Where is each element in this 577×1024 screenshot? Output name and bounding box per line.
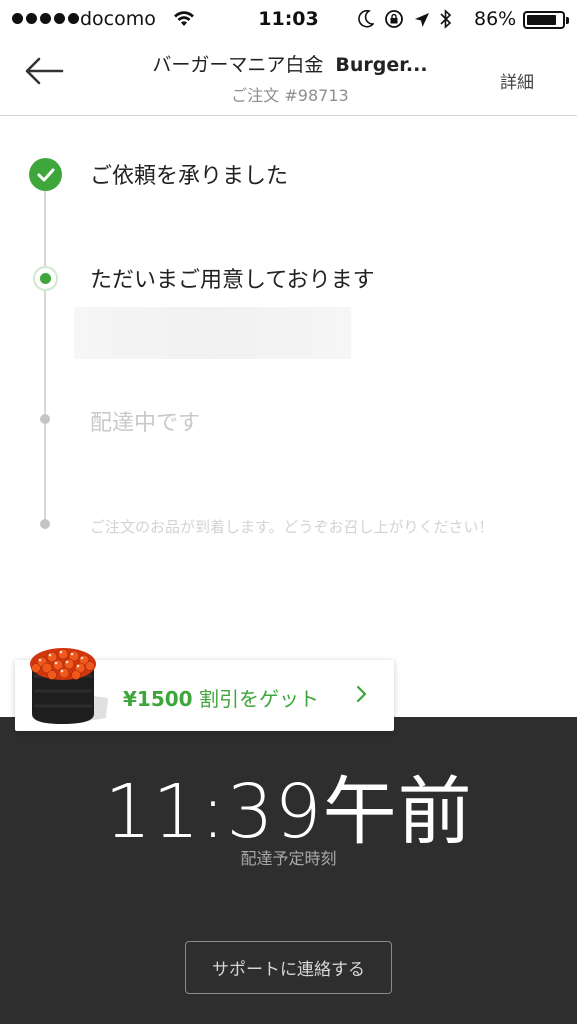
battery-percentage: 86% [474, 8, 517, 30]
bluetooth-icon [440, 9, 452, 34]
promo-amount: ¥1500 [123, 687, 193, 711]
promo-label: 割引をゲット [192, 687, 319, 711]
check-circle-icon [29, 158, 62, 191]
step-pending-dot [40, 414, 50, 424]
loading-placeholder [74, 307, 351, 359]
battery-icon [523, 11, 569, 29]
details-link[interactable]: 詳細 [500, 68, 534, 93]
shop-name-jp: バーガーマニア白金 [152, 54, 324, 76]
step-order-received: ご依頼を承りました [90, 164, 289, 189]
shop-name: バーガーマニア白金 Burger... [120, 50, 460, 77]
rotation-lock-icon [384, 9, 404, 34]
step-preparing: ただいまご用意しております [90, 268, 375, 293]
timeline-track [44, 190, 46, 525]
step-active-indicator [33, 266, 58, 291]
step-pending-dot [40, 519, 50, 529]
eta-label: 配達予定時刻 [240, 849, 337, 868]
step-delivering: 配達中です [90, 411, 201, 436]
eta-panel: 11:39午前 配達予定時刻 サポートに連絡する [0, 717, 577, 1024]
contact-support-button[interactable]: サポートに連絡する [185, 941, 392, 994]
back-button[interactable] [20, 52, 68, 94]
shop-name-en: Burger... [335, 54, 428, 76]
ikura-sushi-icon [22, 636, 132, 728]
step-arrived: ご注文のお品が到着します。どうぞお召し上がりください！ [90, 518, 494, 536]
status-bar: docomo 11:03 86% [0, 0, 577, 38]
order-title: バーガーマニア白金 Burger... ご注文 #98713 [120, 50, 460, 106]
chevron-right-icon [356, 684, 368, 708]
back-arrow-icon [24, 57, 64, 89]
order-number: ご注文 #98713 [231, 86, 349, 105]
eta-time: 11:39午前 [104, 769, 473, 855]
promo-text: ¥1500 割引をゲット [123, 683, 319, 712]
order-header: バーガーマニア白金 Burger... ご注文 #98713 詳細 [0, 38, 577, 116]
moon-icon [358, 9, 375, 33]
location-arrow-icon [414, 11, 430, 33]
